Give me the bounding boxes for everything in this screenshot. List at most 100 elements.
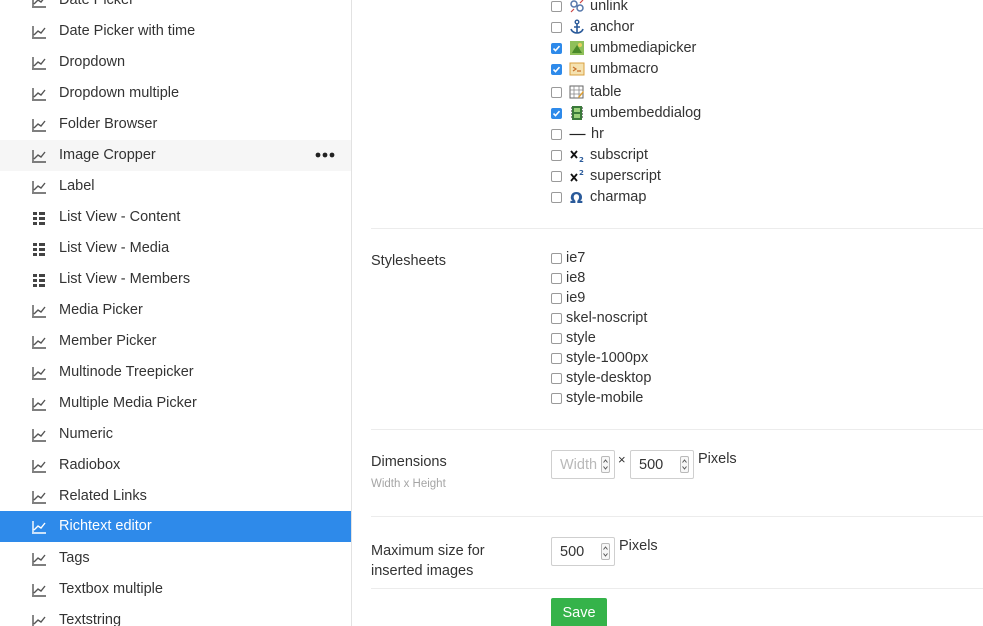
section-divider xyxy=(371,429,983,430)
tree-item-label: Folder Browser xyxy=(59,116,158,132)
toolbar-option-anchor[interactable]: anchor xyxy=(551,17,634,37)
chart-line-icon xyxy=(32,0,46,8)
checkbox[interactable] xyxy=(551,292,562,304)
toolbar-option-umbmediapicker[interactable]: umbmediapicker xyxy=(551,38,696,58)
stylesheet-option-ie9[interactable]: ie9 xyxy=(551,289,585,307)
dimension-separator: × xyxy=(618,452,626,467)
chart-line-icon xyxy=(32,181,46,194)
tree-item-label: Multiple Media Picker xyxy=(59,395,197,411)
tree-item-image-cropper[interactable]: Image Cropper xyxy=(0,140,351,171)
max-size-spinner[interactable] xyxy=(601,543,610,560)
tree-item-date-picker-with-time[interactable]: Date Picker with time xyxy=(0,16,351,47)
toolbar-option-label: umbembeddialog xyxy=(590,105,702,121)
tree-item-list-view-members[interactable]: List View - Members xyxy=(0,264,351,295)
toolbar-option-hr[interactable]: hr xyxy=(551,124,604,144)
tree-item-related-links[interactable]: Related Links xyxy=(0,481,351,512)
tree-item-media-picker[interactable]: Media Picker xyxy=(0,295,351,326)
section-divider xyxy=(371,516,983,517)
tree-item-radiobox[interactable]: Radiobox xyxy=(0,450,351,481)
chart-line-icon xyxy=(32,584,46,597)
tree-item-folder-browser[interactable]: Folder Browser xyxy=(0,109,351,140)
stylesheet-option-style-1000px[interactable]: style-1000px xyxy=(551,349,648,367)
checkbox[interactable] xyxy=(551,21,562,33)
tree-item-richtext-editor[interactable]: Richtext editor xyxy=(0,511,351,542)
max-size-label: Maximum size for inserted images xyxy=(371,543,485,579)
toolbar-option-umbembeddialog[interactable]: umbembeddialog xyxy=(551,103,701,123)
checkbox[interactable] xyxy=(551,372,562,384)
chart-line-icon xyxy=(32,553,46,566)
more-options-icon[interactable] xyxy=(315,149,335,161)
stylesheet-option-ie8[interactable]: ie8 xyxy=(551,269,585,287)
omega-icon: Ω xyxy=(570,189,583,205)
toolbar-option-label: hr xyxy=(591,126,604,142)
checkbox[interactable] xyxy=(551,392,562,404)
tree-item-dropdown-multiple[interactable]: Dropdown multiple xyxy=(0,78,351,109)
chart-line-icon xyxy=(32,367,46,380)
tree-item-list-view-content[interactable]: List View - Content xyxy=(0,202,351,233)
checkbox[interactable] xyxy=(551,252,562,264)
svg-text:2: 2 xyxy=(579,156,584,163)
tree-item-multiple-media-picker[interactable]: Multiple Media Picker xyxy=(0,388,351,419)
toolbar-option-table[interactable]: table xyxy=(551,82,621,102)
tree-item-multinode-treepicker[interactable]: Multinode Treepicker xyxy=(0,357,351,388)
tree-item-label: Dropdown multiple xyxy=(59,85,180,101)
height-spinner[interactable] xyxy=(680,456,689,473)
checkbox[interactable] xyxy=(551,312,562,324)
sidebar-tree: Date Picker Date Picker with time Dropdo… xyxy=(0,0,352,626)
checkbox[interactable] xyxy=(551,0,562,12)
tree-item-date-picker[interactable]: Date Picker xyxy=(0,0,351,16)
checkbox-checked[interactable] xyxy=(551,42,562,54)
stylesheet-option-style-mobile[interactable]: style-mobile xyxy=(551,389,643,407)
superscript-icon: 2 xyxy=(570,169,584,182)
stylesheet-option-label: style-mobile xyxy=(566,390,644,406)
tree-item-label-type[interactable]: Label xyxy=(0,171,351,202)
tree-item-numeric[interactable]: Numeric xyxy=(0,419,351,450)
unlink-icon xyxy=(570,0,584,13)
checkbox[interactable] xyxy=(551,191,562,203)
toolbar-option-charmap[interactable]: Ω charmap xyxy=(551,187,646,207)
checkbox[interactable] xyxy=(551,128,562,140)
checkbox[interactable] xyxy=(551,332,562,344)
width-spinner[interactable] xyxy=(601,456,610,473)
stylesheet-option-style[interactable]: style xyxy=(551,329,596,347)
section-divider xyxy=(371,228,983,229)
checkbox[interactable] xyxy=(551,352,562,364)
checkbox-checked[interactable] xyxy=(551,107,562,119)
toolbar-option-label: subscript xyxy=(590,147,649,163)
tree-item-member-picker[interactable]: Member Picker xyxy=(0,326,351,357)
chart-line-icon xyxy=(32,305,46,318)
dimensions-label: Dimensions xyxy=(371,454,447,470)
checkbox[interactable] xyxy=(551,272,562,284)
max-size-unit: Pixels xyxy=(619,538,658,554)
checkbox-checked[interactable] xyxy=(551,63,562,75)
toolbar-option-umbmacro[interactable]: umbmacro xyxy=(551,59,659,79)
list-view-icon xyxy=(33,243,45,256)
table-icon xyxy=(569,85,584,99)
tree-item-tags[interactable]: Tags xyxy=(0,543,351,574)
toolbar-option-unlink[interactable]: unlink xyxy=(551,0,628,16)
toolbar-option-label: charmap xyxy=(590,189,647,205)
media-picker-icon xyxy=(570,41,584,55)
toolbar-option-superscript[interactable]: 2 superscript xyxy=(551,166,661,186)
stylesheet-option-ie7[interactable]: ie7 xyxy=(551,249,585,267)
svg-text:2: 2 xyxy=(579,169,584,177)
toolbar-option-label: unlink xyxy=(590,0,628,14)
tree-item-dropdown[interactable]: Dropdown xyxy=(0,47,351,78)
tree-item-textbox-multiple[interactable]: Textbox multiple xyxy=(0,574,351,605)
toolbar-option-subscript[interactable]: 2 subscript xyxy=(551,145,648,165)
stylesheet-option-skel-noscript[interactable]: skel-noscript xyxy=(551,309,647,327)
checkbox[interactable] xyxy=(551,86,562,98)
chart-line-icon xyxy=(32,460,46,473)
save-button[interactable]: Save xyxy=(551,598,607,626)
tree-item-label: Richtext editor xyxy=(59,518,152,534)
checkbox[interactable] xyxy=(551,170,562,182)
tree-item-label: Image Cropper xyxy=(59,147,156,163)
tree-item-label: Dropdown xyxy=(59,54,126,70)
checkbox[interactable] xyxy=(551,149,562,161)
tree-item-textstring[interactable]: Textstring xyxy=(0,605,351,626)
chart-line-icon xyxy=(32,398,46,411)
editor-panel: unlink anchor umbmediapicker umbmacro ta… xyxy=(352,0,983,626)
stylesheet-option-style-desktop[interactable]: style-desktop xyxy=(551,369,651,387)
tree-item-label: Date Picker with time xyxy=(59,23,196,39)
tree-item-list-view-media[interactable]: List View - Media xyxy=(0,233,351,264)
